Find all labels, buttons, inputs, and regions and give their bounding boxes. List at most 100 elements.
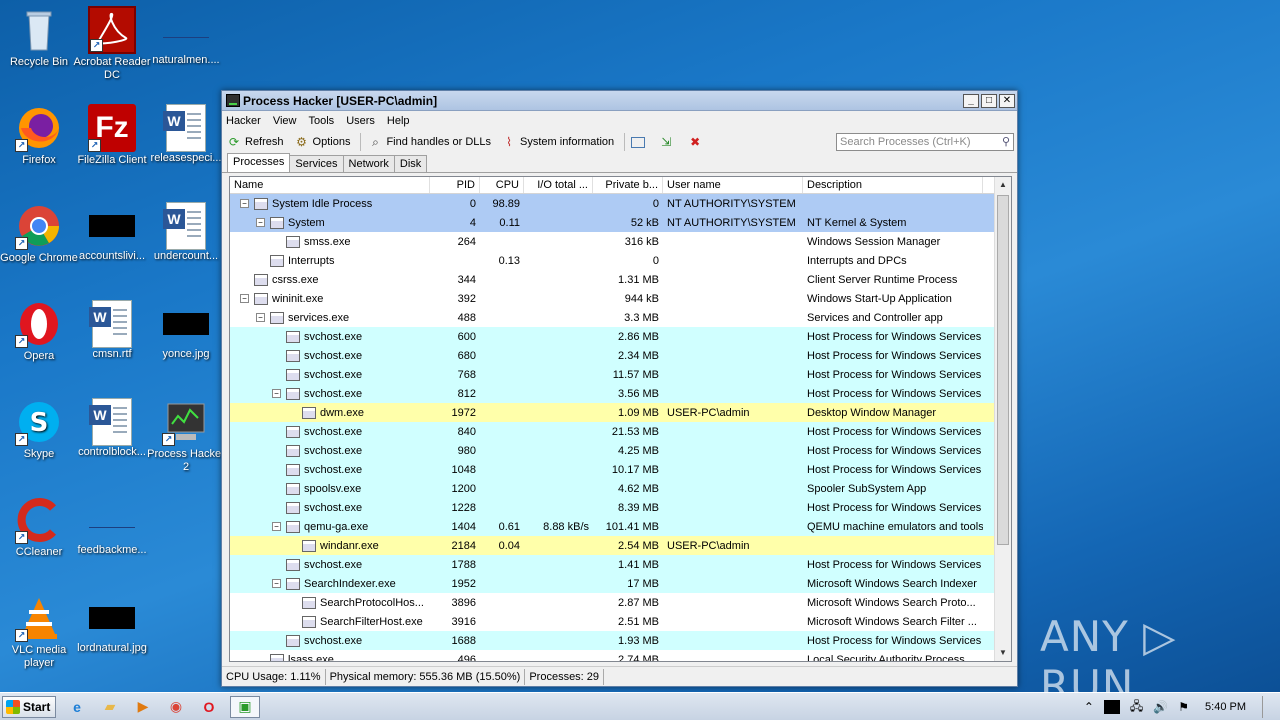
process-row[interactable]: csrss.exe 344 1.31 MB Client Server Runtime… [230, 270, 1011, 289]
column-header-cpu[interactable]: CPU [480, 177, 524, 193]
desktop-icon-releasespeci[interactable]: W releasespeci... [147, 104, 225, 165]
vertical-scrollbar[interactable]: ▲ ▼ [994, 177, 1011, 661]
desktop-icon-ccleaner[interactable]: ↗ CCleaner [0, 496, 78, 559]
process-row[interactable]: − wininit.exe 392 944 kB Windows Start-Up Ap… [230, 289, 1011, 308]
tree-collapse-toggle-icon[interactable]: − [272, 579, 281, 588]
taskbar-media-player[interactable]: ▶ [131, 696, 155, 718]
desktop-icon-filezilla[interactable]: Fz ↗ FileZilla Client [73, 104, 151, 167]
process-row[interactable]: Interrupts 0.13 0 Interrupts and DPCs [230, 251, 1011, 270]
taskbar-ie[interactable]: e [65, 696, 89, 718]
desktop-icon-yonce[interactable]: yonce.jpg [147, 300, 225, 361]
desktop-icon-firefox[interactable]: ↗ Firefox [0, 104, 78, 167]
menu-help[interactable]: Help [387, 115, 410, 127]
tray-app-icon[interactable] [1103, 700, 1120, 714]
process-row[interactable]: − qemu-ga.exe 1404 0.61 8.88 kB/s 101.41 MB QE… [230, 517, 1011, 536]
start-button[interactable]: Start [2, 695, 56, 718]
tree-collapse-toggle-icon[interactable]: − [240, 294, 249, 303]
search-processes-input[interactable]: Search Processes (Ctrl+K) ⚲ [836, 133, 1014, 151]
desktop-icon-chrome[interactable]: ↗ Google Chrome [0, 202, 78, 265]
action-center-flag-icon[interactable]: ⚑ [1178, 700, 1189, 714]
tab-disk[interactable]: Disk [393, 155, 428, 172]
desktop-icon-controlblock[interactable]: W controlblock... [73, 398, 151, 459]
tree-collapse-toggle-icon[interactable]: − [256, 218, 265, 227]
process-row[interactable]: spoolsv.exe 1200 4.62 MB Spooler SubSystem … [230, 479, 1011, 498]
taskbar-opera[interactable]: O [197, 696, 221, 718]
scroll-down-arrow-icon[interactable]: ▼ [995, 645, 1011, 661]
desktop-icon-process-hacker[interactable]: ↗ Process Hacker 2 [147, 398, 225, 474]
menu-users[interactable]: Users [346, 115, 375, 127]
process-row[interactable]: SearchProtocolHos... 3896 2.87 MB Microsoft… [230, 593, 1011, 612]
column-header-user-name[interactable]: User name [663, 177, 803, 193]
process-row[interactable]: lsass.exe 496 2.74 MB Local Security Author… [230, 650, 1011, 661]
desktop-icon-recycle-bin[interactable]: Recycle Bin [0, 6, 78, 69]
find-window-button[interactable]: ⇲ [658, 135, 677, 149]
process-row[interactable]: − services.exe 488 3.3 MB Services and Contr… [230, 308, 1011, 327]
system-information-button[interactable]: ⌇ System information [501, 135, 614, 149]
column-header-description[interactable]: Description [803, 177, 983, 193]
process-row[interactable]: dwm.exe 1972 1.09 MB USER-PC\admin Desktop W… [230, 403, 1011, 422]
menu-view[interactable]: View [273, 115, 297, 127]
process-row[interactable]: SearchFilterHost.exe 3916 2.51 MB Microsoft… [230, 612, 1011, 631]
desktop-icon-naturalmen[interactable]: naturalmen.... [147, 6, 225, 67]
menu-hacker[interactable]: Hacker [226, 115, 261, 127]
process-row[interactable]: svchost.exe 840 21.53 MB Host Process for W… [230, 422, 1011, 441]
desktop-icon-acrobat[interactable]: ↗ Acrobat Reader DC [73, 6, 151, 82]
process-row[interactable]: − System Idle Process 0 98.89 0 NT AUTHORITY\… [230, 194, 1011, 213]
tree-collapse-toggle-icon[interactable]: − [272, 522, 281, 531]
process-row[interactable]: svchost.exe 680 2.34 MB Host Process for Wi… [230, 346, 1011, 365]
taskbar-chrome[interactable]: ◉ [164, 696, 188, 718]
scrollbar-thumb[interactable] [997, 195, 1009, 545]
tree-collapse-toggle-icon[interactable]: − [240, 199, 249, 208]
window-button[interactable] [631, 136, 648, 148]
process-row[interactable]: svchost.exe 980 4.25 MB Host Process for Wi… [230, 441, 1011, 460]
process-row[interactable]: svchost.exe 600 2.86 MB Host Process for Wi… [230, 327, 1011, 346]
process-row[interactable]: windanr.exe 2184 0.04 2.54 MB USER-PC\admin [230, 536, 1011, 555]
process-description: Host Process for Windows Services [807, 349, 982, 362]
process-row[interactable]: svchost.exe 768 11.57 MB Host Process for W… [230, 365, 1011, 384]
desktop-icon-undercount[interactable]: W undercount... [147, 202, 225, 263]
process-tree-list[interactable]: Name PID CPU I/O total ... Private b... … [229, 176, 1012, 662]
terminate-button[interactable]: ✖ [687, 135, 706, 149]
tree-collapse-toggle-icon[interactable]: − [272, 389, 281, 398]
taskbar-process-hacker[interactable]: ▣ [230, 695, 260, 718]
refresh-button[interactable]: ⟳ Refresh [226, 135, 284, 149]
column-header-private-bytes[interactable]: Private b... [593, 177, 663, 193]
process-row[interactable]: svchost.exe 1688 1.93 MB Host Process for W… [230, 631, 1011, 650]
minimize-button[interactable]: _ [963, 93, 979, 108]
column-header-name[interactable]: Name [230, 177, 430, 193]
clock[interactable]: 5:40 PM [1205, 701, 1246, 713]
process-description: Host Process for Windows Services [807, 387, 982, 400]
tray-expand-icon[interactable]: ⌃ [1084, 700, 1094, 714]
desktop-icon-accountslivi[interactable]: accountslivi... [73, 202, 151, 263]
process-row[interactable]: svchost.exe 1048 10.17 MB Host Process for … [230, 460, 1011, 479]
title-bar[interactable]: Process Hacker [USER-PC\admin] _ □ ✕ [222, 91, 1017, 111]
tree-collapse-toggle-icon[interactable]: − [256, 313, 265, 322]
process-row[interactable]: − SearchIndexer.exe 1952 17 MB Microsoft Win… [230, 574, 1011, 593]
process-row[interactable]: svchost.exe 1788 1.41 MB Host Process for W… [230, 555, 1011, 574]
tab-processes[interactable]: Processes [227, 153, 291, 172]
show-desktop-button[interactable] [1262, 696, 1272, 718]
tab-services[interactable]: Services [289, 155, 344, 172]
desktop-icon-opera[interactable]: ↗ Opera [0, 300, 78, 363]
tab-network[interactable]: Network [342, 155, 395, 172]
column-header-pid[interactable]: PID [430, 177, 480, 193]
taskbar-explorer[interactable]: ▰ [98, 696, 122, 718]
column-header-io-total[interactable]: I/O total ... [524, 177, 593, 193]
desktop-icon-feedbackme[interactable]: feedbackme... [73, 496, 151, 557]
process-row[interactable]: − svchost.exe 812 3.56 MB Host Process for W… [230, 384, 1011, 403]
network-icon[interactable]: 🖧 [1130, 697, 1143, 718]
volume-icon[interactable]: 🔊 [1153, 700, 1168, 714]
close-button[interactable]: ✕ [999, 93, 1015, 108]
scroll-up-arrow-icon[interactable]: ▲ [995, 177, 1011, 193]
process-row[interactable]: − System 4 0.11 52 kB NT AUTHORITY\SYSTEM NT K… [230, 213, 1011, 232]
menu-tools[interactable]: Tools [309, 115, 335, 127]
desktop-icon-skype[interactable]: S ↗ Skype [0, 398, 78, 461]
desktop-icon-vlc[interactable]: ↗ VLC media player [0, 594, 78, 670]
process-row[interactable]: svchost.exe 1228 8.39 MB Host Process for W… [230, 498, 1011, 517]
maximize-button[interactable]: □ [981, 93, 997, 108]
desktop-icon-lordnatural[interactable]: lordnatural.jpg [73, 594, 151, 655]
process-row[interactable]: smss.exe 264 316 kB Windows Session Manager [230, 232, 1011, 251]
options-button[interactable]: ⚙ Options [294, 135, 350, 149]
desktop-icon-cmsn[interactable]: W cmsn.rtf [73, 300, 151, 361]
find-handles-button[interactable]: ⌕ Find handles or DLLs [367, 135, 491, 149]
